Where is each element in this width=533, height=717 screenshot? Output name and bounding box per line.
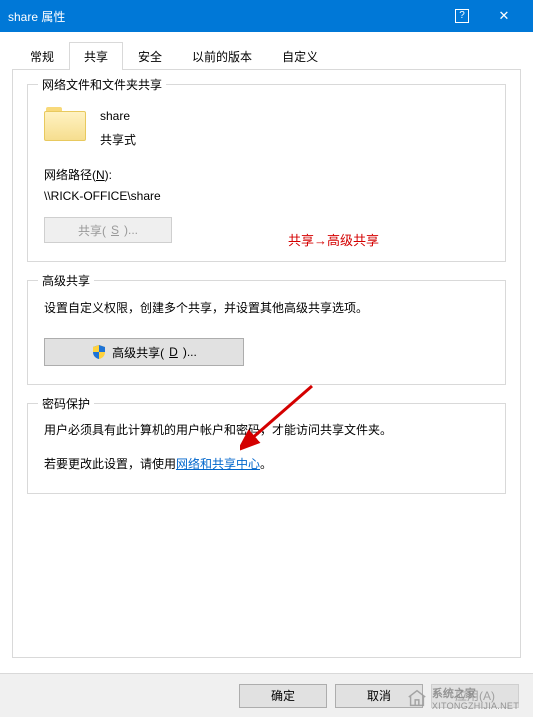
help-button[interactable]: ?: [441, 0, 483, 32]
group-password-protection: 密码保护 用户必须具有此计算机的用户帐户和密码，才能访问共享文件夹。 若要更改此…: [27, 403, 506, 494]
close-button[interactable]: ✕: [483, 0, 525, 32]
uac-shield-icon: [91, 344, 107, 360]
network-path-value: \\RICK-OFFICE\share: [44, 189, 489, 203]
window-body: 常规 共享 安全 以前的版本 自定义 网络文件和文件夹共享 share 共享式 …: [0, 32, 533, 672]
folder-name: share: [100, 109, 136, 123]
folder-icon: [44, 107, 86, 143]
tab-share[interactable]: 共享: [69, 42, 123, 70]
group-network-share-legend: 网络文件和文件夹共享: [38, 76, 166, 93]
group-advanced-share-legend: 高级共享: [38, 272, 94, 289]
window-title: share 属性: [8, 8, 441, 25]
tab-previous-versions[interactable]: 以前的版本: [177, 42, 267, 70]
cancel-button[interactable]: 取消: [335, 684, 423, 708]
advanced-share-button[interactable]: 高级共享(D)...: [44, 338, 244, 366]
dialog-footer: 确定 取消 应用(A): [0, 673, 533, 717]
group-advanced-share: 高级共享 设置自定义权限，创建多个共享，并设置其他高级共享选项。 高级共享(D)…: [27, 280, 506, 385]
apply-button[interactable]: 应用(A): [431, 684, 519, 708]
tab-custom[interactable]: 自定义: [267, 42, 333, 70]
password-protect-line2: 若要更改此设置，请使用网络和共享中心。: [44, 454, 489, 474]
advanced-share-desc: 设置自定义权限，创建多个共享，并设置其他高级共享选项。: [44, 299, 489, 316]
password-protect-line1: 用户必须具有此计算机的用户帐户和密码，才能访问共享文件夹。: [44, 420, 489, 440]
group-password-legend: 密码保护: [38, 395, 94, 412]
group-network-share: 网络文件和文件夹共享 share 共享式 网络路径(N): \\RICK-OFF…: [27, 84, 506, 262]
folder-share-state: 共享式: [100, 131, 136, 148]
share-button[interactable]: 共享(S)...: [44, 217, 172, 243]
tab-security[interactable]: 安全: [123, 42, 177, 70]
title-bar: share 属性 ? ✕: [0, 0, 533, 32]
network-path-label: 网络路径(N):: [44, 166, 489, 183]
ok-button[interactable]: 确定: [239, 684, 327, 708]
annotation-text: 共享→高级共享: [288, 230, 379, 249]
tab-general[interactable]: 常规: [15, 42, 69, 70]
network-sharing-center-link[interactable]: 网络和共享中心: [176, 457, 260, 471]
tab-panel-share: 网络文件和文件夹共享 share 共享式 网络路径(N): \\RICK-OFF…: [12, 70, 521, 658]
tab-strip: 常规 共享 安全 以前的版本 自定义: [12, 40, 521, 70]
